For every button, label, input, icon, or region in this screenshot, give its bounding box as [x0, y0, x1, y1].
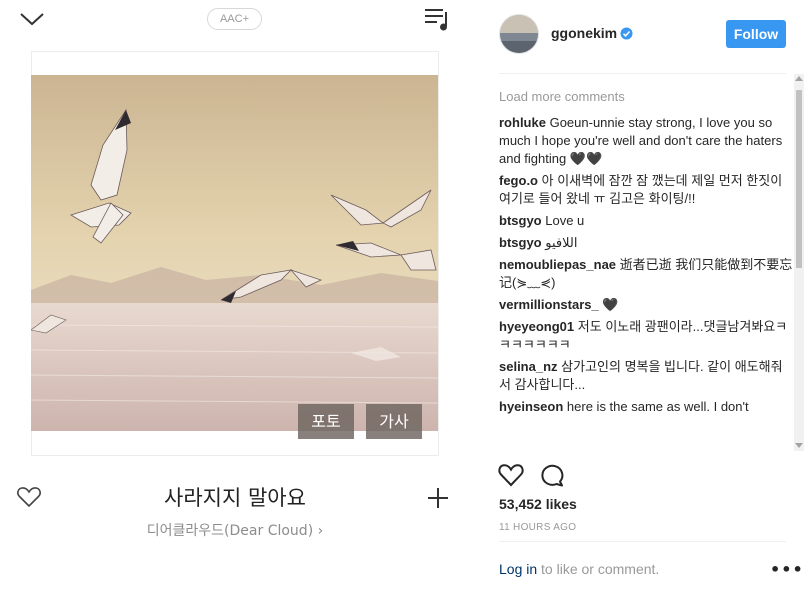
load-more-comments-link[interactable]: Load more comments — [499, 88, 793, 106]
comment-username[interactable]: fego.o — [499, 173, 538, 188]
login-prompt: Log in to like or comment. — [499, 561, 659, 577]
comment-username[interactable]: hyeyeong01 — [499, 319, 574, 334]
heart-outline-icon[interactable] — [16, 486, 42, 508]
comment-text: 아 이새벽에 잠깐 잠 깼는데 제일 먼저 한짓이 여기로 들어 왔네 ㅠ 김고… — [499, 173, 783, 206]
comment-username[interactable]: btsgyo — [499, 213, 542, 228]
divider — [499, 73, 786, 74]
comment: nemoubliepas_nae 逝者已逝 我们只能做到不要忘记(⋟﹏⋞) — [499, 256, 793, 292]
photo-button[interactable]: 포토 — [298, 404, 354, 439]
login-link[interactable]: Log in — [499, 561, 537, 577]
comment-bubble-icon[interactable] — [539, 463, 565, 487]
comment-username[interactable]: selina_nz — [499, 359, 558, 374]
comment-username[interactable]: rohluke — [499, 115, 546, 130]
comment: hyeyeong01 저도 이노래 광팬이라...댓글남겨봐요ㅋㅋㅋㅋㅋㅋㅋ — [499, 318, 793, 354]
post-timestamp: 11 HOURS AGO — [499, 522, 577, 533]
chevron-down-icon[interactable] — [18, 8, 46, 30]
comment: hyeinseon here is the same as well. I do… — [499, 398, 793, 416]
comment: fego.o 아 이새벽에 잠깐 잠 깼는데 제일 먼저 한짓이 여기로 들어 … — [499, 172, 793, 208]
verified-badge-icon — [620, 27, 633, 40]
comment-username[interactable]: vermillionstars_ — [499, 297, 599, 312]
login-prompt-text: to like or comment. — [537, 561, 660, 577]
artist-link[interactable]: 디어클라우드(Dear Cloud) › — [60, 520, 410, 540]
comment-text: 🖤 — [602, 297, 619, 312]
comment: btsgyo Love u — [499, 212, 793, 230]
music-player: AAC+ 포토 가사 사라지지 말아요 디어클라우드(Dear Cloud) › — [0, 0, 470, 591]
comment-username[interactable]: nemoubliepas_nae — [499, 257, 616, 272]
comment: selina_nz 삼가고인의 명복을 빕니다. 같이 애도해줘서 감사합니다.… — [499, 358, 793, 394]
comment-username[interactable]: btsgyo — [499, 235, 542, 250]
scrollbar-thumb[interactable] — [796, 90, 802, 268]
lyrics-button[interactable]: 가사 — [366, 404, 422, 439]
like-heart-icon[interactable] — [498, 463, 524, 487]
avatar[interactable] — [499, 14, 539, 54]
album-art — [31, 75, 438, 431]
aac-badge: AAC+ — [207, 8, 262, 30]
comments-list[interactable]: Load more comments rohluke Goeun-unnie s… — [499, 82, 793, 448]
comment: vermillionstars_ 🖤 — [499, 296, 793, 314]
comments-scrollbar[interactable] — [794, 74, 804, 451]
comment-text: اللافيو — [545, 235, 578, 250]
divider — [499, 541, 786, 542]
more-options-icon[interactable]: ••• — [770, 560, 804, 579]
song-title: 사라지지 말아요 — [164, 486, 306, 510]
scroll-down-arrow-icon[interactable] — [795, 443, 803, 448]
plus-icon[interactable] — [427, 487, 449, 509]
playlist-icon[interactable] — [423, 6, 451, 32]
comment-username[interactable]: hyeinseon — [499, 399, 563, 414]
comment: btsgyo اللافيو — [499, 234, 793, 252]
follow-button[interactable]: Follow — [726, 20, 786, 48]
comment: rohluke Goeun-unnie stay strong, I love … — [499, 114, 793, 168]
comment-text: here is the same as well. I don't — [566, 399, 749, 414]
username[interactable]: ggonekim — [551, 25, 617, 41]
comment-text: Love u — [545, 213, 585, 228]
likes-count[interactable]: 53,452 likes — [499, 496, 577, 512]
scroll-up-arrow-icon[interactable] — [795, 76, 803, 81]
post-panel: ggonekim Follow Load more comments rohlu… — [470, 0, 804, 591]
